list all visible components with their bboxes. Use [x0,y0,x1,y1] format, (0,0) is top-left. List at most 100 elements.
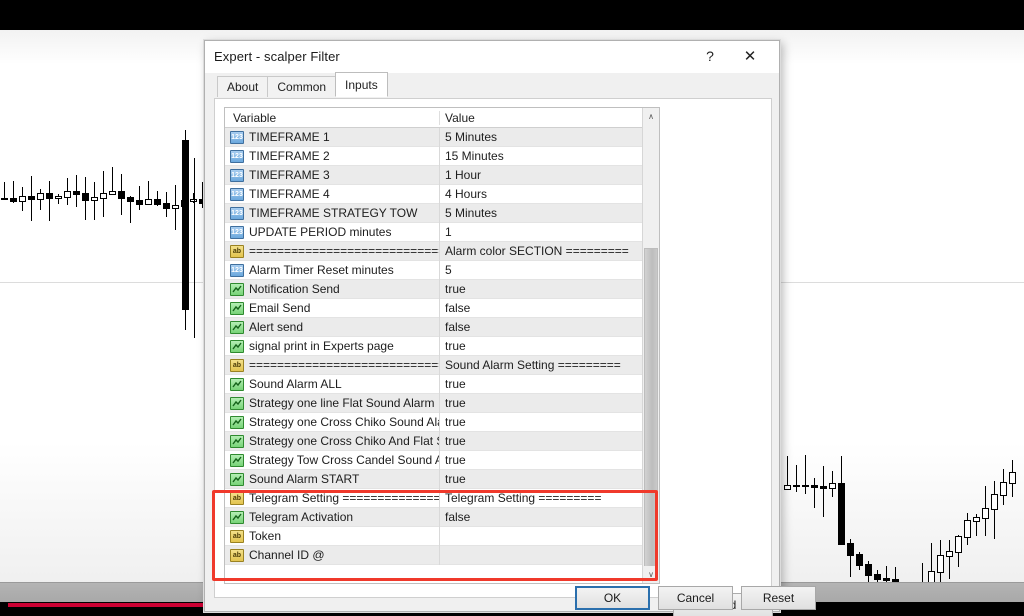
table-row[interactable]: ab Token [225,526,659,546]
cell-value[interactable]: true [439,412,659,432]
cell-value[interactable]: true [439,393,659,413]
column-header-value: Value [439,110,659,125]
cell-value[interactable]: true [439,431,659,451]
variable-name: Alarm Timer Reset minutes [249,263,394,277]
cell-value[interactable]: 5 Minutes [439,127,659,147]
tab-about-label: About [227,80,259,94]
variable-name: Token [249,529,282,543]
cell-value[interactable]: true [439,469,659,489]
table-row[interactable]: Email Send false [225,298,659,318]
cell-variable: 123 TIMEFRAME 4 [225,187,439,201]
variable-name: Strategy Tow Cross Candel Sound Al... [249,453,439,467]
video-letterbox-top [0,0,1024,30]
ok-button[interactable]: OK [575,586,650,610]
tab-about[interactable]: About [217,76,269,97]
variable-name: Telegram Activation [249,510,354,524]
string-icon: ab [230,491,244,505]
bool-icon [230,396,244,410]
tab-inputs[interactable]: Inputs [335,72,388,97]
cell-variable: ab Channel ID @ [225,548,439,562]
bool-icon [230,510,244,524]
variable-name: Strategy one line Flat Sound Alarm [249,396,435,410]
variable-name: TIMEFRAME 4 [249,187,330,201]
variable-name: ================================== [249,358,439,372]
cell-variable: Telegram Activation [225,510,439,524]
table-row[interactable]: Telegram Activation false [225,507,659,527]
table-row[interactable]: Strategy one Cross Chiko And Flat So...t… [225,431,659,451]
close-glyph: ✕ [743,47,757,65]
reset-button[interactable]: Reset [741,586,816,610]
cell-variable: 123 UPDATE PERIOD minutes [225,225,439,239]
table-row[interactable]: Strategy one line Flat Sound Alarm true [225,393,659,413]
cell-variable: Notification Send [225,282,439,296]
cell-value[interactable]: 5 Minutes [439,203,659,223]
cell-value[interactable]: 4 Hours [439,184,659,204]
cell-value[interactable]: true [439,336,659,356]
cell-variable: 123 Alarm Timer Reset minutes [225,263,439,277]
cell-variable: Alert send [225,320,439,334]
cell-value[interactable]: 15 Minutes [439,146,659,166]
cell-value[interactable]: 5 [439,260,659,280]
cell-variable: Strategy one Cross Chiko Sound Alarm [225,415,439,429]
variable-name: ================================== [249,244,439,258]
table-row[interactable]: signal print in Experts page true [225,336,659,356]
table-row[interactable]: ab Telegram Setting =================Tele… [225,488,659,508]
cell-value[interactable]: 1 [439,222,659,242]
scroll-down-glyph: ∨ [648,570,654,579]
cell-value[interactable]: false [439,507,659,527]
table-row[interactable]: 123 TIMEFRAME STRATEGY TOW 5 Minutes [225,203,659,223]
table-row[interactable]: Alert send false [225,317,659,337]
inputs-grid-body[interactable]: 123 TIMEFRAME 15 Minutes 123 TIMEFRAME 2 15 … [225,127,659,565]
variable-name: Sound Alarm START [249,472,360,486]
table-row[interactable]: Sound Alarm START true [225,469,659,489]
int-icon: 123 [230,206,244,220]
bool-icon [230,282,244,296]
close-icon[interactable]: ✕ [733,41,767,71]
table-row[interactable]: ab ==================================Alar… [225,241,659,261]
scroll-up-icon[interactable]: ∧ [643,108,659,125]
inputs-grid-scrollbar[interactable]: ∧ ∨ [642,108,659,583]
int-icon: 123 [230,187,244,201]
cell-value[interactable]: Telegram Setting ========= [439,488,659,508]
scrollbar-thumb[interactable] [644,248,658,578]
help-icon[interactable]: ? [693,41,727,71]
table-row[interactable]: 123 TIMEFRAME 2 15 Minutes [225,146,659,166]
cell-value[interactable]: true [439,279,659,299]
column-header-variable: Variable [233,110,277,125]
inputs-grid-header: Variable Value [225,108,659,128]
table-row[interactable]: ab ==================================Soun… [225,355,659,375]
int-icon: 123 [230,168,244,182]
cell-value[interactable]: 1 Hour [439,165,659,185]
string-icon: ab [230,529,244,543]
bool-icon [230,472,244,486]
cancel-button-label: Cancel [676,591,715,605]
table-row[interactable]: 123 Alarm Timer Reset minutes 5 [225,260,659,280]
tab-common[interactable]: Common [267,76,337,97]
table-row[interactable]: 123 UPDATE PERIOD minutes 1 [225,222,659,242]
cell-value[interactable] [439,526,659,546]
cell-variable: 123 TIMEFRAME 3 [225,168,439,182]
table-row[interactable]: Strategy Tow Cross Candel Sound Al... tru… [225,450,659,470]
cell-value[interactable]: false [439,317,659,337]
variable-name: Email Send [249,301,311,315]
table-row[interactable]: 123 TIMEFRAME 1 5 Minutes [225,127,659,147]
table-row[interactable]: Sound Alarm ALL true [225,374,659,394]
cell-value[interactable]: true [439,450,659,470]
scroll-down-icon[interactable]: ∨ [643,566,659,583]
table-row[interactable]: ab Channel ID @ [225,545,659,565]
bool-icon [230,434,244,448]
variable-name: TIMEFRAME 3 [249,168,330,182]
table-row[interactable]: Notification Send true [225,279,659,299]
cell-value[interactable]: Alarm color SECTION ========= [439,241,659,261]
string-icon: ab [230,244,244,258]
cell-value[interactable]: true [439,374,659,394]
table-row[interactable]: 123 TIMEFRAME 4 4 Hours [225,184,659,204]
cell-value[interactable]: false [439,298,659,318]
variable-name: Channel ID @ [249,548,325,562]
table-row[interactable]: 123 TIMEFRAME 3 1 Hour [225,165,659,185]
table-row[interactable]: Strategy one Cross Chiko Sound Alarm true [225,412,659,432]
cancel-button[interactable]: Cancel [658,586,733,610]
cell-value[interactable]: Sound Alarm Setting ========= [439,355,659,375]
cell-value[interactable] [439,545,659,565]
variable-name: UPDATE PERIOD minutes [249,225,392,239]
